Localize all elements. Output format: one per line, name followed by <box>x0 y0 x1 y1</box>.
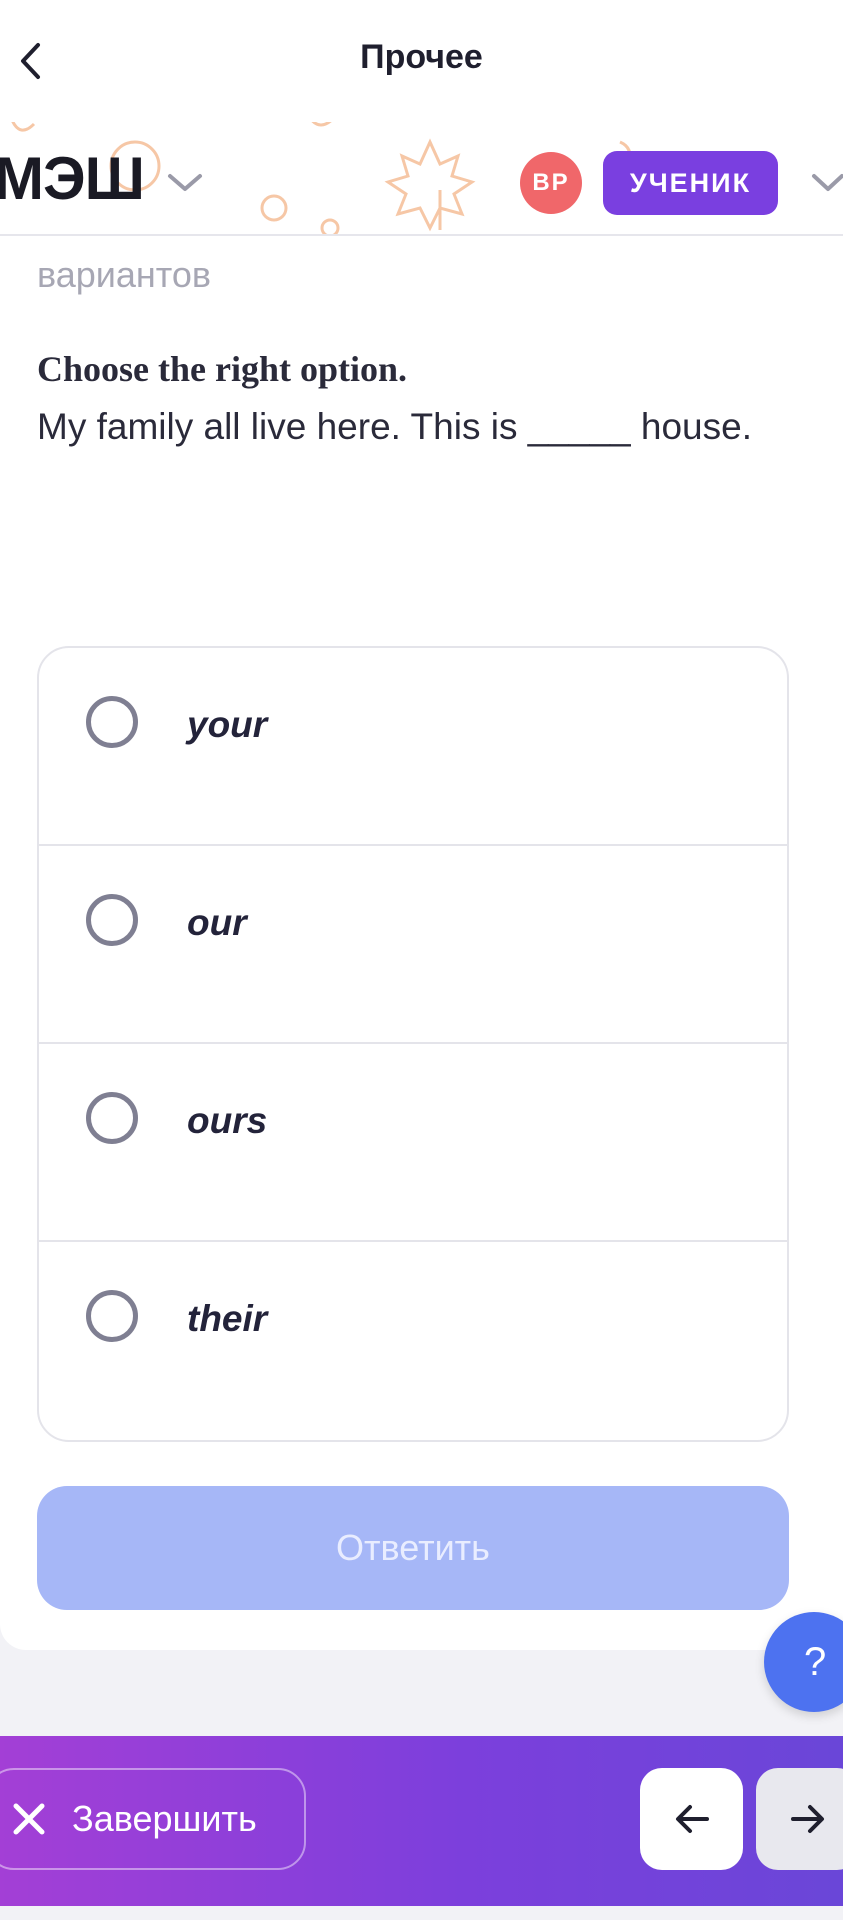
question-card: вариантов Choose the right option. My fa… <box>0 236 843 1650</box>
answer-option[interactable]: ours <box>39 1044 787 1242</box>
answer-option-label: our <box>187 902 247 943</box>
avatar[interactable]: ВР <box>520 152 582 214</box>
radio-button[interactable] <box>86 1092 138 1144</box>
question-instruction: Choose the right option. <box>37 349 408 389</box>
top-bar: Прочее <box>0 0 843 122</box>
next-button[interactable] <box>756 1768 843 1870</box>
chevron-down-icon[interactable] <box>810 172 843 194</box>
answer-option-label: their <box>187 1298 268 1339</box>
radio-button[interactable] <box>86 894 138 946</box>
question-text: My family all live here. This is _____ h… <box>37 406 752 447</box>
answer-option[interactable]: your <box>39 648 787 846</box>
bottom-bar: Завершить <box>0 1736 843 1906</box>
previous-button[interactable] <box>640 1768 743 1870</box>
bottom-strip <box>0 1906 843 1920</box>
radio-button[interactable] <box>86 696 138 748</box>
answer-option-label: ours <box>187 1100 268 1141</box>
answer-option-label: your <box>187 704 268 745</box>
role-badge[interactable]: УЧЕНИК <box>603 151 778 215</box>
question-hint: вариантов <box>37 254 212 295</box>
chevron-down-icon[interactable] <box>166 172 204 194</box>
submit-answer-button[interactable]: Ответить <box>37 1486 789 1610</box>
finish-button-label: Завершить <box>72 1798 257 1839</box>
answer-option[interactable]: our <box>39 846 787 1044</box>
answer-options: your our ours their <box>37 646 789 1442</box>
arrow-left-icon <box>675 1805 709 1833</box>
page-title: Прочее <box>360 38 483 76</box>
mesh-logo[interactable]: МЭШ <box>0 144 145 213</box>
finish-button[interactable]: Завершить <box>0 1768 306 1870</box>
radio-button[interactable] <box>86 1290 138 1342</box>
answer-option[interactable]: their <box>39 1242 787 1440</box>
close-icon <box>12 1802 46 1836</box>
arrow-right-icon <box>790 1805 824 1833</box>
